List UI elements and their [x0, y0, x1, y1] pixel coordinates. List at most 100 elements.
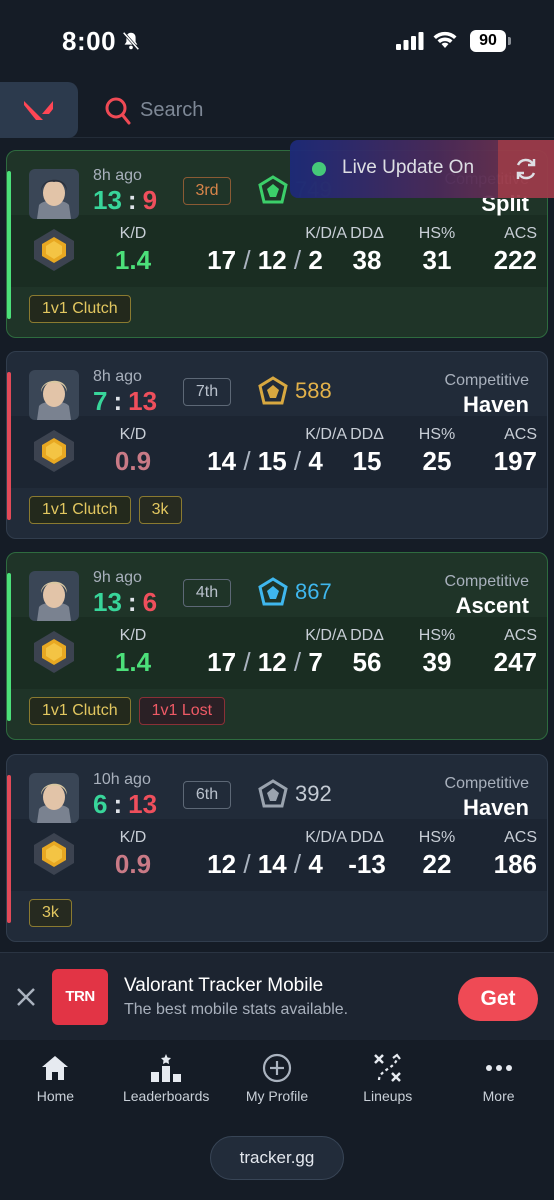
rank-rating-icon	[258, 577, 288, 606]
refresh-button[interactable]	[498, 140, 554, 198]
match-score: 13:6	[93, 587, 157, 618]
live-update-toggle[interactable]: Live Update On	[290, 140, 554, 198]
refresh-icon	[516, 158, 536, 180]
deaths: 14	[257, 849, 287, 879]
kd-label: K/D	[119, 829, 147, 846]
score-separator: :	[127, 185, 137, 215]
match-tag: 1v1 Clutch	[29, 496, 131, 524]
dd-label: DDΔ	[350, 627, 384, 644]
dd-label: DDΔ	[350, 225, 384, 242]
rank-badge-icon	[34, 430, 74, 472]
hs-value: 39	[422, 647, 452, 677]
battery-indicator: 90	[470, 30, 506, 52]
score-won: 6	[93, 789, 108, 819]
match-tag: 1v1 Clutch	[29, 295, 131, 323]
match-tag: 1v1 Clutch	[29, 697, 131, 725]
live-status-dot	[312, 162, 326, 176]
app-header	[0, 82, 554, 138]
score-lost: 6	[142, 587, 158, 617]
match-score: 7:13	[93, 386, 157, 417]
dd-label: DDΔ	[350, 829, 384, 846]
live-update-label: Live Update On	[342, 157, 475, 178]
kd-value: 1.4	[114, 245, 152, 275]
placement-badge: 6th	[183, 781, 231, 809]
score-lost: 13	[128, 386, 158, 416]
status-time: 8:00	[62, 26, 117, 56]
kda-separator: /	[236, 245, 258, 275]
assists: 7	[308, 647, 323, 677]
get-button[interactable]: Get	[458, 977, 538, 1021]
kd-label: K/D	[119, 426, 147, 443]
time-ago: 8h ago	[93, 368, 142, 385]
close-icon[interactable]	[16, 987, 36, 1007]
ad-subtitle: The best mobile stats available.	[124, 1001, 349, 1018]
match-tag: 3k	[29, 899, 72, 927]
kd-value: 1.4	[114, 647, 152, 677]
trn-logo: TRN	[52, 969, 108, 1025]
ad-title: Valorant Tracker Mobile	[124, 975, 324, 996]
deaths: 12	[257, 647, 287, 677]
status-bar: 8:00 90	[0, 0, 554, 80]
acs-value: 197	[493, 446, 537, 476]
kda-separator: /	[236, 849, 258, 879]
dd-value: 15	[352, 446, 382, 476]
hs-label: HS%	[418, 426, 456, 443]
acs-label: ACS	[504, 627, 537, 644]
kda-label: K/D/A	[305, 426, 347, 443]
leaderboards-icon	[151, 1054, 182, 1082]
match-tags: 1v1 Clutch 1v1 Lost	[29, 697, 226, 725]
nav-home[interactable]: Home	[0, 1042, 111, 1122]
kd-value: 0.9	[114, 446, 152, 476]
acs-label: ACS	[504, 225, 537, 242]
rank-badge-icon	[34, 229, 74, 271]
nav-leaderboards[interactable]: Leaderboards	[111, 1042, 222, 1122]
map-name: Haven	[462, 795, 529, 820]
match-tag: 1v1 Lost	[138, 697, 226, 725]
search-input[interactable]	[140, 94, 400, 126]
match-card[interactable]: 8h ago 7:13 7th 588 Competitive Haven K/D 0.9 K/…	[6, 351, 548, 539]
score-won: 7	[93, 386, 108, 416]
home-icon	[42, 1056, 69, 1080]
match-card[interactable]: 10h ago 6:13 6th 392 Competitive Haven K/D 0.9 K…	[6, 754, 548, 942]
match-tag: 3k	[138, 496, 182, 524]
dd-value: 38	[352, 245, 382, 275]
assists: 4	[308, 849, 323, 879]
match-tags: 3k	[29, 899, 72, 927]
acs-label: ACS	[504, 829, 537, 846]
valorant-logo-button[interactable]	[0, 82, 78, 138]
add-circle-icon	[262, 1053, 292, 1083]
score-separator: :	[113, 789, 123, 819]
acs-value: 247	[493, 647, 537, 677]
kda-separator: /	[286, 647, 309, 677]
rank-rating-value: 867	[295, 579, 332, 604]
nav-more[interactable]: More	[443, 1042, 554, 1122]
url-bar[interactable]: tracker.gg	[210, 1136, 344, 1180]
kd-label: K/D	[119, 627, 147, 644]
agent-portrait	[29, 370, 79, 420]
acs-value: 186	[493, 849, 537, 879]
match-card[interactable]: 9h ago 13:6 4th 867 Competitive Ascent K/D 1.4 K…	[6, 552, 548, 740]
valorant-logo-icon	[24, 101, 53, 120]
match-tags: 1v1 Clutch 3k	[29, 496, 182, 524]
battery-tip	[508, 37, 511, 45]
bell-muted-icon	[122, 31, 140, 51]
rank-rating-icon	[258, 175, 288, 204]
acs-label: ACS	[504, 426, 537, 443]
hs-label: HS%	[418, 627, 456, 644]
match-score: 13:9	[93, 185, 157, 216]
kda-separator: /	[286, 849, 309, 879]
assists: 4	[308, 446, 323, 476]
nav-label: Home	[36, 1088, 75, 1104]
nav-my-profile[interactable]: My Profile	[222, 1042, 333, 1122]
kda-label: K/D/A	[305, 829, 347, 846]
kills: 17	[207, 245, 237, 275]
placement-badge: 3rd	[183, 177, 231, 205]
map-name: Haven	[462, 392, 529, 417]
time-ago: 9h ago	[93, 569, 142, 586]
nav-lineups[interactable]: Lineups	[332, 1042, 443, 1122]
time-ago: 8h ago	[93, 167, 142, 184]
game-mode: Competitive	[444, 573, 529, 590]
kills: 12	[207, 849, 237, 879]
nav-label: Lineups	[363, 1088, 413, 1104]
hs-value: 22	[422, 849, 452, 879]
